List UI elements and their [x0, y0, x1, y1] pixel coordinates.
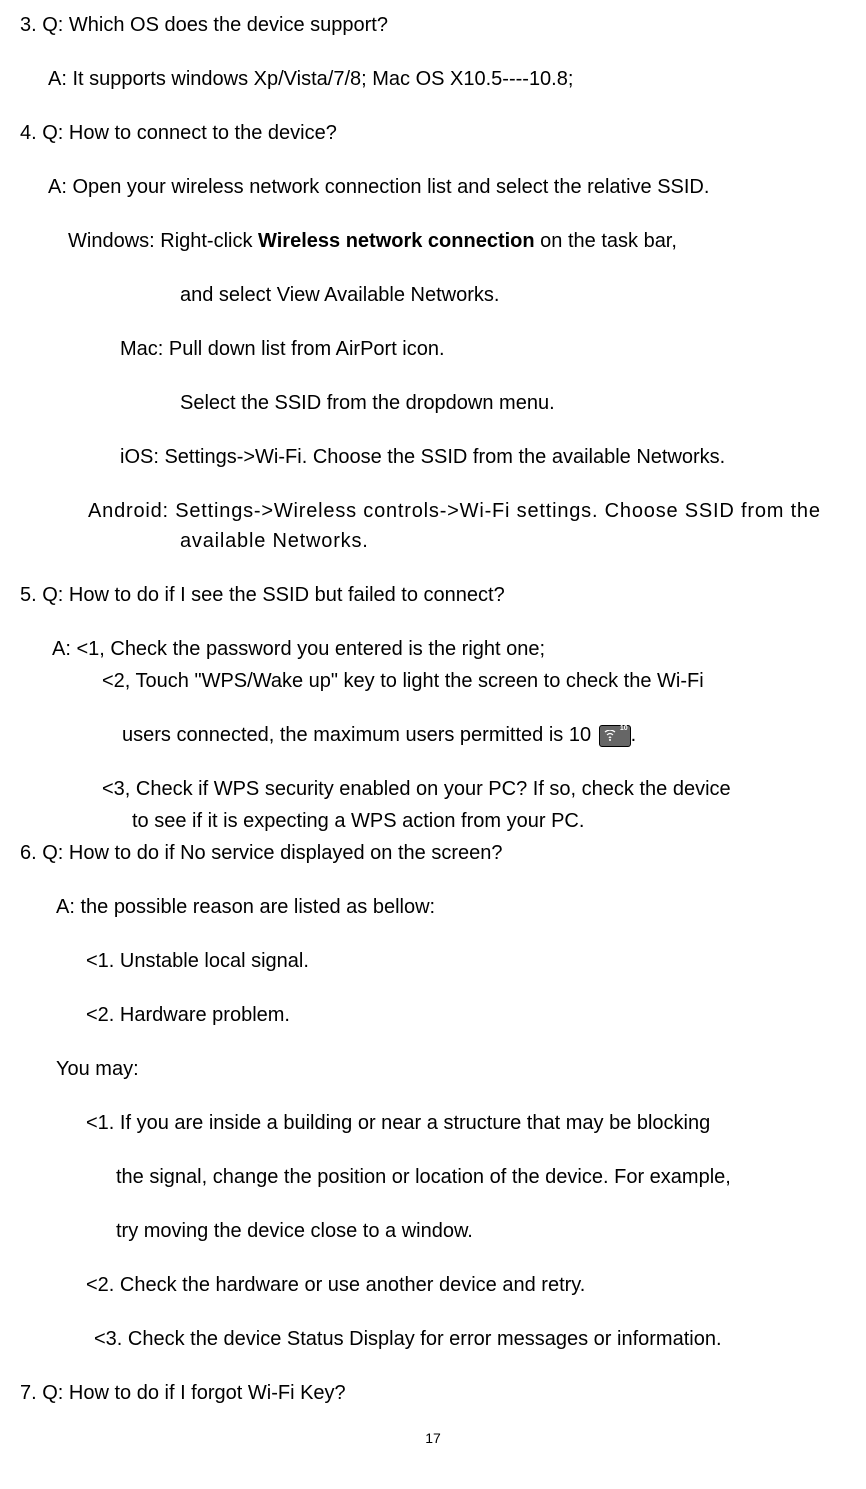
wifi-users-icon [599, 725, 631, 747]
q4-mac-line2: Select the SSID from the dropdown menu. [20, 388, 846, 418]
q6-r1: <1. Unstable local signal. [20, 946, 846, 976]
q6-m2: <2. Check the hardware or use another de… [20, 1270, 846, 1300]
q4-answer-intro: A: Open your wireless network connection… [20, 172, 846, 202]
q4-ios: iOS: Settings->Wi-Fi. Choose the SSID fr… [20, 442, 846, 472]
page-number: 17 [20, 1428, 846, 1449]
q5-a2c: . [631, 724, 637, 746]
q5-a3-2: to see if it is expecting a WPS action f… [20, 806, 846, 836]
q4-windows-1a: Windows: Right-click [68, 230, 258, 252]
q4-windows-line1: Windows: Right-click Wireless network co… [20, 226, 846, 256]
q5-a2: <2, Touch "WPS/Wake up" key to light the… [20, 666, 846, 696]
q3-question: 3. Q: Which OS does the device support? [20, 10, 846, 40]
q6-question: 6. Q: How to do if No service displayed … [20, 838, 846, 868]
q5-a2b: users connected, the maximum users permi… [122, 724, 597, 746]
q5-a2b-line: users connected, the maximum users permi… [20, 720, 846, 750]
q6-m3: <3. Check the device Status Display for … [20, 1324, 846, 1354]
q4-windows-1b: on the task bar, [535, 230, 677, 252]
q4-android-text: Android: Settings->Wireless controls->Wi… [88, 500, 821, 522]
q4-windows-line2: and select View Available Networks. [20, 280, 846, 310]
q6-youmay: You may: [20, 1054, 846, 1084]
q6-m1-2: the signal, change the position or locat… [20, 1162, 846, 1192]
q4-mac-line1: Mac: Pull down list from AirPort icon. [20, 334, 846, 364]
q4-android-cont: available Networks. [88, 526, 369, 556]
q4-windows-bold: Wireless network connection [258, 230, 535, 252]
q4-android: Android: Settings->Wireless controls->Wi… [20, 496, 846, 556]
q3-answer: A: It supports windows Xp/Vista/7/8; Mac… [20, 64, 846, 94]
q4-question: 4. Q: How to connect to the device? [20, 118, 846, 148]
q5-question: 5. Q: How to do if I see the SSID but fa… [20, 580, 846, 610]
q7-question: 7. Q: How to do if I forgot Wi-Fi Key? [20, 1378, 846, 1408]
q5-a1: A: <1, Check the password you entered is… [20, 634, 846, 664]
q6-m1-3: try moving the device close to a window. [20, 1216, 846, 1246]
q6-answer-intro: A: the possible reason are listed as bel… [20, 892, 846, 922]
q5-a3-1: <3, Check if WPS security enabled on you… [20, 774, 846, 804]
q6-m1-1: <1. If you are inside a building or near… [20, 1108, 846, 1138]
q6-r2: <2. Hardware problem. [20, 1000, 846, 1030]
